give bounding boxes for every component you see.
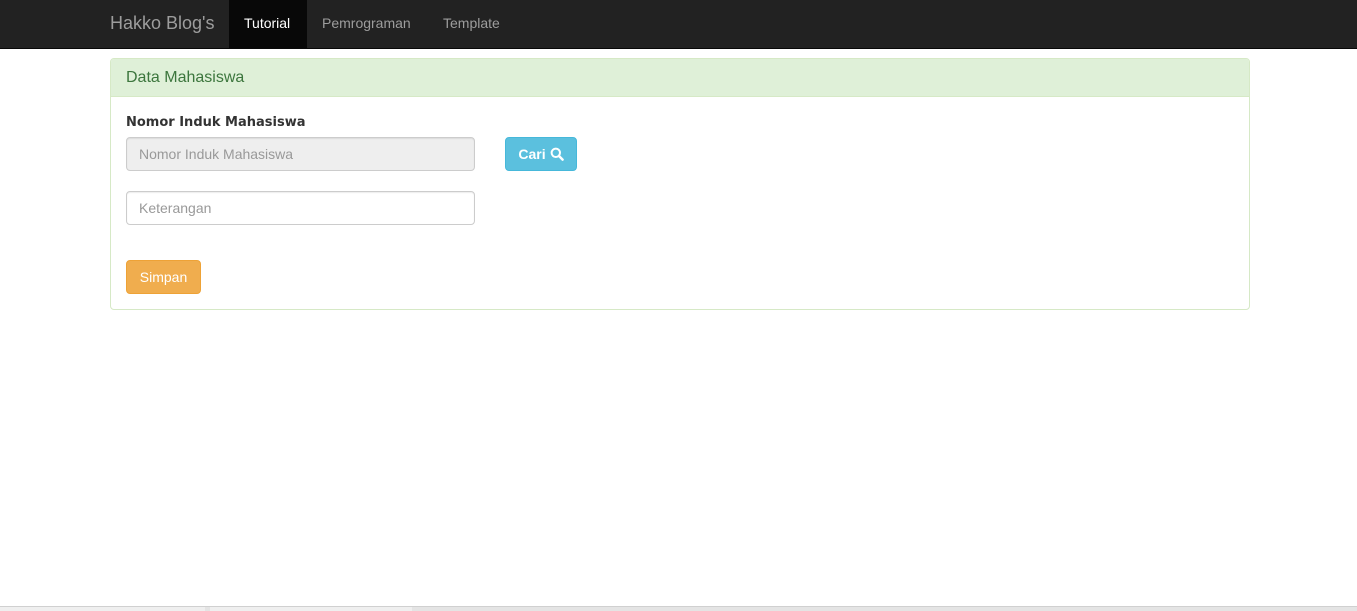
nim-input[interactable] bbox=[126, 137, 475, 171]
brand-link[interactable]: Hakko Blog's bbox=[110, 0, 214, 48]
horizontal-scrollbar[interactable] bbox=[0, 606, 1357, 611]
panel-title: Data Mahasiswa bbox=[111, 59, 1249, 97]
top-navbar: Hakko Blog's Tutorial Pemrograman Templa… bbox=[0, 0, 1357, 49]
search-button[interactable]: Cari bbox=[505, 137, 577, 171]
data-mahasiswa-panel: Data Mahasiswa Nomor Induk Mahasiswa Car… bbox=[110, 58, 1250, 310]
search-icon bbox=[550, 147, 564, 161]
scrollbar-segment bbox=[0, 607, 205, 611]
search-button-label: Cari bbox=[518, 146, 546, 162]
scrollbar-segment bbox=[210, 607, 412, 611]
nav-item-pemrograman[interactable]: Pemrograman bbox=[307, 0, 426, 48]
save-button[interactable]: Simpan bbox=[126, 260, 201, 294]
nav-item-tutorial[interactable]: Tutorial bbox=[229, 0, 307, 48]
keterangan-input[interactable] bbox=[126, 191, 475, 225]
nim-label: Nomor Induk Mahasiswa bbox=[126, 115, 306, 130]
nav-item-template[interactable]: Template bbox=[428, 0, 515, 48]
